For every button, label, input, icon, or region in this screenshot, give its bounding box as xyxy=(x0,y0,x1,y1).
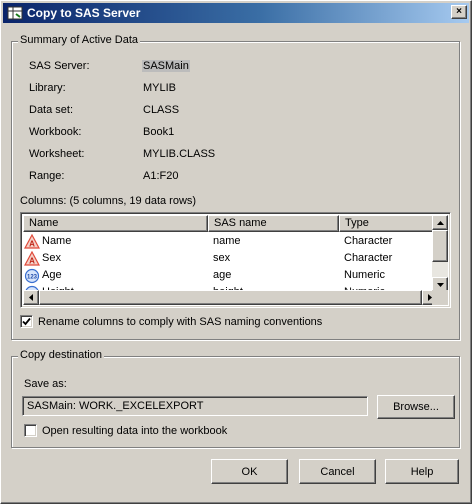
dataset-label: Data set: xyxy=(29,104,74,116)
dialog-window: Copy to SAS Server × Summary of Active D… xyxy=(0,0,472,504)
character-type-icon: A xyxy=(24,251,40,266)
open-in-workbook-checkbox[interactable] xyxy=(24,424,37,437)
range-label: Range: xyxy=(29,170,65,182)
rename-columns-checkbox[interactable] xyxy=(20,315,33,328)
scroll-up-button[interactable] xyxy=(432,215,448,230)
ok-button[interactable]: OK xyxy=(211,459,288,484)
table-row[interactable]: A Sex sex Character xyxy=(23,250,438,267)
arrow-down-icon xyxy=(436,282,444,287)
close-button[interactable]: × xyxy=(451,5,467,19)
window-title: Copy to SAS Server xyxy=(27,6,141,20)
destination-legend: Copy destination xyxy=(18,349,104,361)
table-row[interactable]: A Name name Character xyxy=(23,233,438,250)
row-sas-name: age xyxy=(213,269,232,281)
dataset-value: CLASS xyxy=(143,104,180,116)
numeric-type-icon: 123 xyxy=(24,268,40,284)
rename-columns-option[interactable]: Rename columns to comply with SAS naming… xyxy=(20,315,322,328)
row-type: Character xyxy=(344,235,393,247)
library-value: MYLIB xyxy=(143,82,177,94)
workbook-label: Workbook: xyxy=(29,126,82,138)
checkmark-icon xyxy=(22,317,31,326)
arrow-up-icon xyxy=(436,220,444,225)
close-icon: × xyxy=(456,6,462,17)
rename-columns-label: Rename columns to comply with SAS naming… xyxy=(38,315,323,328)
open-in-workbook-label: Open resulting data into the workbook xyxy=(42,424,228,437)
library-label: Library: xyxy=(29,82,66,94)
columns-listview[interactable]: Name SAS name Type A Name name Character… xyxy=(20,212,451,308)
column-header-type[interactable]: Type xyxy=(339,215,438,232)
row-name: Name xyxy=(42,235,72,247)
svg-text:123: 123 xyxy=(27,275,38,281)
svg-text:A: A xyxy=(29,240,35,249)
range-value: A1:F20 xyxy=(143,170,179,182)
hscroll-thumb[interactable] xyxy=(39,290,422,305)
horizontal-scrollbar[interactable] xyxy=(23,290,438,305)
row-type: Character xyxy=(344,252,393,264)
row-name: Sex xyxy=(42,252,61,264)
scroll-left-button[interactable] xyxy=(23,290,39,305)
scroll-thumb[interactable] xyxy=(432,230,448,262)
browse-button[interactable]: Browse... xyxy=(377,395,455,419)
workbook-value: Book1 xyxy=(143,126,175,138)
scrollbar-corner xyxy=(432,290,448,305)
row-sas-name: sex xyxy=(213,252,231,264)
row-sas-name: name xyxy=(213,235,241,247)
listview-header: Name SAS name Type xyxy=(23,215,438,232)
vertical-scrollbar[interactable] xyxy=(432,215,448,292)
worksheet-value: MYLIB.CLASS xyxy=(143,148,216,160)
table-row[interactable]: 123 Age age Numeric xyxy=(23,267,438,284)
arrow-left-icon xyxy=(29,294,33,301)
sas-server-value[interactable]: SASMain xyxy=(142,60,190,72)
worksheet-label: Worksheet: xyxy=(29,148,85,160)
column-header-name[interactable]: Name xyxy=(23,215,208,232)
row-name: Age xyxy=(42,269,62,281)
help-button[interactable]: Help xyxy=(385,459,459,484)
cancel-button[interactable]: Cancel xyxy=(299,459,376,484)
sas-app-icon xyxy=(7,5,23,21)
svg-text:A: A xyxy=(29,257,35,266)
summary-legend: Summary of Active Data xyxy=(18,34,140,46)
columns-caption: Columns: (5 columns, 19 data rows) xyxy=(20,195,197,207)
sas-server-label: SAS Server: xyxy=(29,60,90,72)
character-type-icon: A xyxy=(24,234,40,249)
save-as-field[interactable]: SASMain: WORK._EXCELEXPORT xyxy=(22,396,368,416)
column-header-sas-name[interactable]: SAS name xyxy=(208,215,339,232)
open-in-workbook-option[interactable]: Open resulting data into the workbook xyxy=(24,424,227,437)
save-as-label: Save as: xyxy=(24,378,67,390)
row-type: Numeric xyxy=(344,269,385,281)
title-bar[interactable]: Copy to SAS Server × xyxy=(3,3,469,23)
